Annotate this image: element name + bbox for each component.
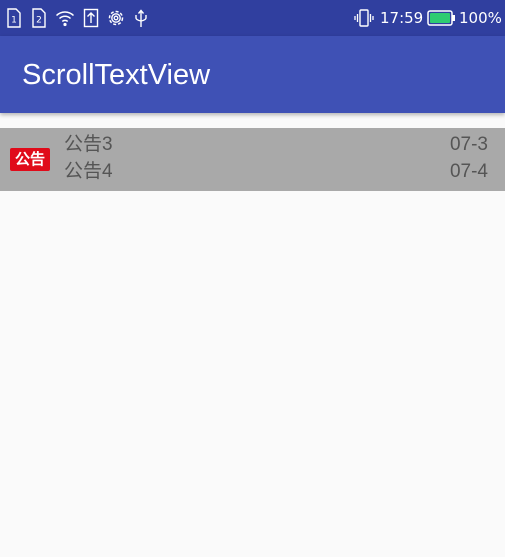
battery-percentage: 100% [459, 9, 502, 27]
battery-icon [427, 8, 456, 28]
notice-item[interactable]: 公告4 07-4 [64, 160, 488, 184]
usb-icon [134, 8, 148, 28]
sim2-icon: 2 [31, 8, 47, 28]
wifi-icon [55, 8, 75, 28]
svg-text:1: 1 [11, 16, 17, 26]
notice-badge: 公告 [10, 148, 50, 171]
app-title: ScrollTextView [22, 59, 211, 91]
notice-item-date: 07-4 [449, 161, 488, 182]
notice-item-title: 公告4 [64, 161, 113, 182]
app-bar: ScrollTextView [0, 36, 505, 113]
sim1-icon: 1 [6, 8, 22, 28]
status-time: 17:59 [380, 9, 424, 27]
vibrate-icon [354, 8, 374, 28]
notice-item-date: 07-3 [449, 134, 488, 155]
notice-item[interactable]: 公告3 07-3 [64, 133, 488, 157]
notice-item-title: 公告3 [64, 134, 113, 155]
svg-text:2: 2 [36, 16, 42, 26]
upload-icon [83, 8, 99, 28]
status-bar: 1 2 17:59 100% [0, 0, 505, 36]
content-area [0, 191, 505, 557]
settings-icon [106, 8, 126, 28]
notice-ticker[interactable]: 公告 公告3 07-3 公告4 07-4 [0, 128, 505, 191]
